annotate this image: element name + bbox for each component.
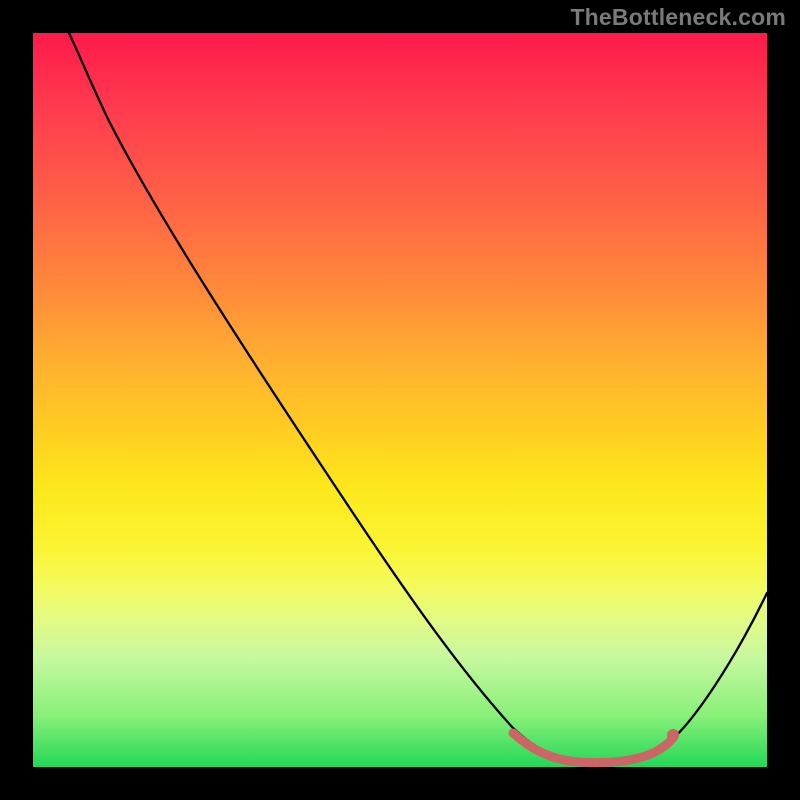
chart-container: TheBottleneck.com	[0, 0, 800, 800]
chart-svg	[33, 33, 767, 767]
bottleneck-curve	[69, 33, 767, 764]
optimal-range-marker	[513, 733, 673, 763]
plot-area	[33, 33, 767, 767]
marker-end-dot	[667, 729, 679, 741]
watermark-text: TheBottleneck.com	[570, 4, 786, 31]
